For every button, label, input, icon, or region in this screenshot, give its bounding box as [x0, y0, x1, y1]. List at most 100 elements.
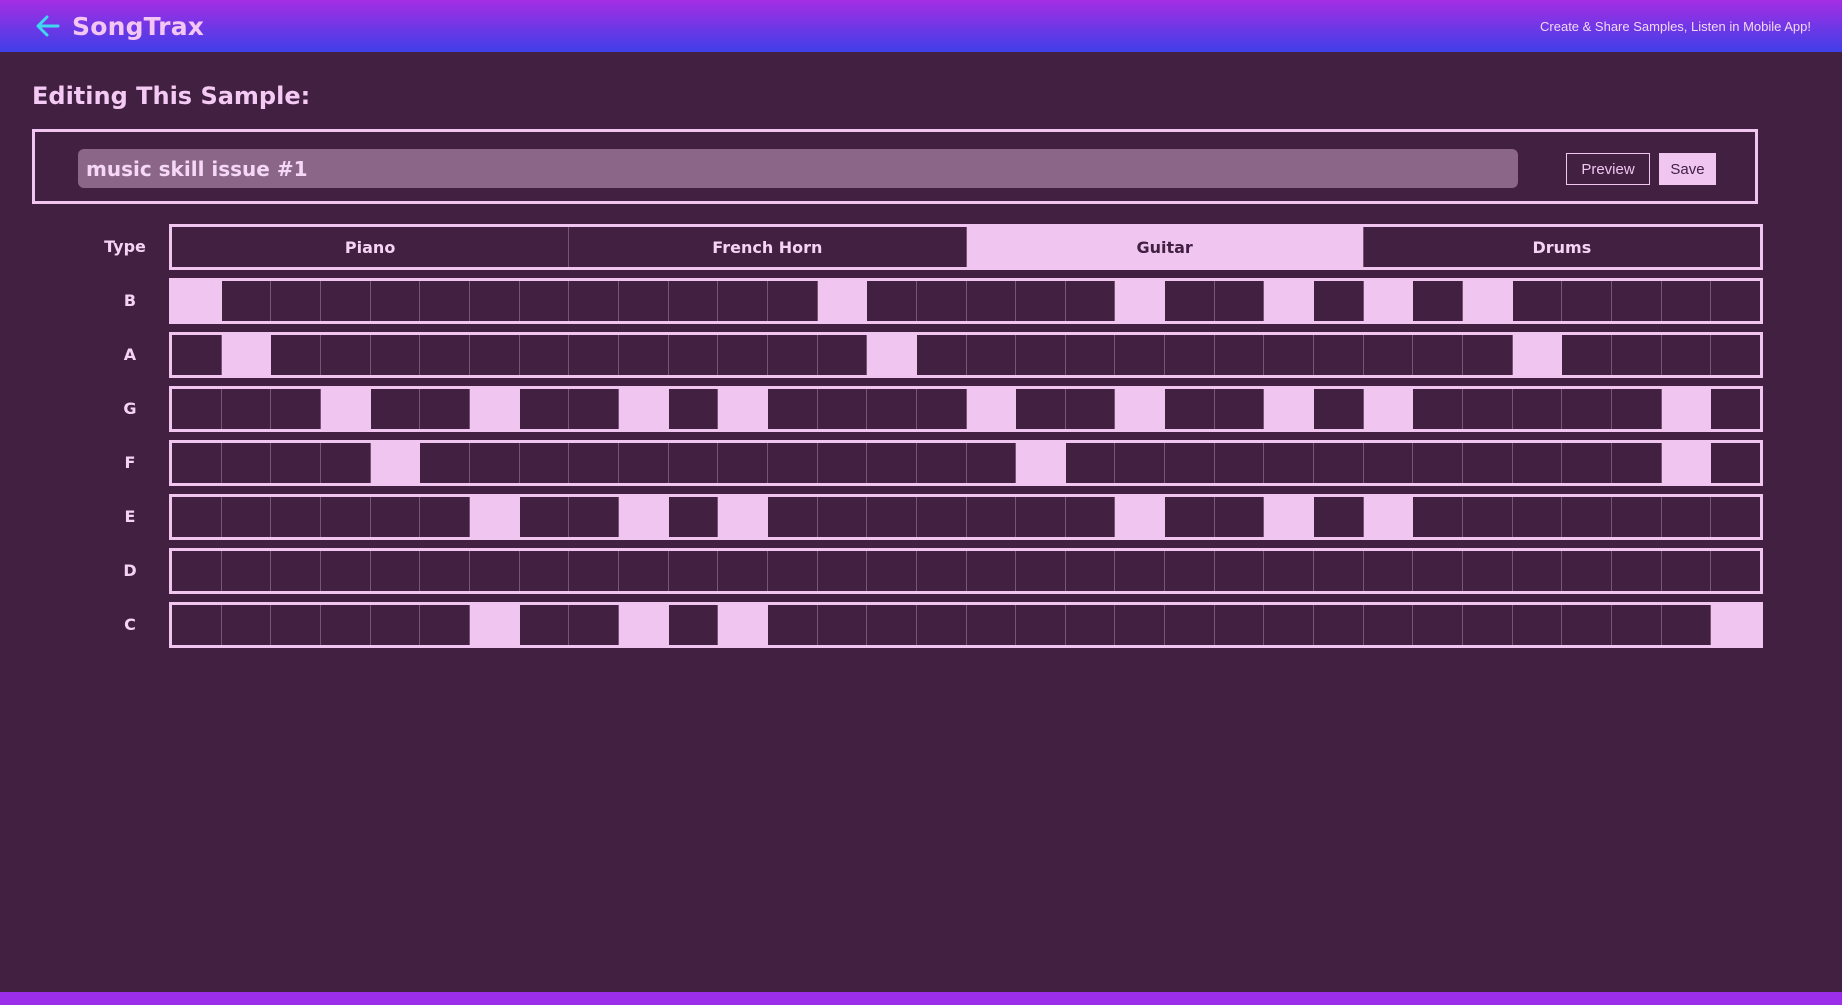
step-toggle[interactable]: [1711, 443, 1760, 483]
step-toggle[interactable]: [1662, 551, 1712, 591]
step-toggle[interactable]: [917, 605, 967, 645]
step-toggle[interactable]: [967, 335, 1017, 375]
step-toggle[interactable]: [619, 443, 669, 483]
sample-name-input[interactable]: [78, 149, 1518, 188]
step-toggle[interactable]: [818, 335, 868, 375]
step-toggle[interactable]: [1661, 389, 1712, 429]
step-toggle[interactable]: [1364, 335, 1414, 375]
step-toggle[interactable]: [1264, 551, 1315, 591]
step-toggle[interactable]: [1413, 443, 1464, 483]
step-toggle[interactable]: [669, 605, 719, 645]
step-toggle[interactable]: [271, 443, 321, 483]
step-toggle[interactable]: [718, 281, 768, 321]
step-toggle[interactable]: [469, 497, 520, 537]
step-toggle[interactable]: [867, 497, 917, 537]
step-toggle[interactable]: [619, 551, 669, 591]
step-toggle[interactable]: [1165, 389, 1215, 429]
step-toggle[interactable]: [1661, 443, 1712, 483]
step-toggle[interactable]: [321, 281, 371, 321]
step-toggle[interactable]: [768, 497, 818, 537]
step-toggle[interactable]: [966, 389, 1017, 429]
step-toggle[interactable]: [669, 389, 719, 429]
step-toggle[interactable]: [1215, 551, 1265, 591]
step-toggle[interactable]: [1314, 551, 1364, 591]
step-toggle[interactable]: [470, 281, 520, 321]
step-toggle[interactable]: [1016, 497, 1066, 537]
preview-button[interactable]: Preview: [1566, 153, 1650, 185]
step-toggle[interactable]: [569, 281, 619, 321]
step-toggle[interactable]: [1364, 551, 1414, 591]
step-toggle[interactable]: [1562, 281, 1613, 321]
step-toggle[interactable]: [1513, 605, 1563, 645]
step-toggle[interactable]: [1612, 335, 1662, 375]
step-toggle[interactable]: [420, 335, 470, 375]
step-toggle[interactable]: [1513, 443, 1563, 483]
step-toggle[interactable]: [1711, 551, 1760, 591]
step-toggle[interactable]: [818, 443, 868, 483]
step-toggle[interactable]: [371, 551, 421, 591]
step-toggle[interactable]: [1612, 443, 1662, 483]
type-option-french-horn[interactable]: French Horn: [569, 227, 967, 267]
step-toggle[interactable]: [1463, 605, 1513, 645]
step-toggle[interactable]: [469, 389, 520, 429]
step-toggle[interactable]: [1363, 389, 1414, 429]
step-toggle[interactable]: [619, 281, 669, 321]
step-toggle[interactable]: [1115, 281, 1166, 321]
step-toggle[interactable]: [1413, 281, 1464, 321]
step-toggle[interactable]: [172, 605, 222, 645]
step-toggle[interactable]: [172, 443, 222, 483]
step-toggle[interactable]: [917, 443, 967, 483]
step-toggle[interactable]: [1215, 281, 1265, 321]
step-toggle[interactable]: [867, 389, 917, 429]
step-toggle[interactable]: [569, 389, 619, 429]
step-toggle[interactable]: [1612, 605, 1662, 645]
step-toggle[interactable]: [370, 443, 421, 483]
step-toggle[interactable]: [371, 605, 421, 645]
step-toggle[interactable]: [1711, 605, 1760, 645]
step-toggle[interactable]: [1314, 605, 1364, 645]
step-toggle[interactable]: [1165, 335, 1215, 375]
step-toggle[interactable]: [470, 443, 520, 483]
step-toggle[interactable]: [520, 497, 570, 537]
step-toggle[interactable]: [321, 605, 371, 645]
step-toggle[interactable]: [1513, 389, 1563, 429]
step-toggle[interactable]: [420, 605, 470, 645]
step-toggle[interactable]: [470, 335, 520, 375]
save-button[interactable]: Save: [1659, 153, 1716, 185]
step-toggle[interactable]: [271, 281, 321, 321]
step-toggle[interactable]: [520, 335, 570, 375]
step-toggle[interactable]: [321, 443, 371, 483]
step-toggle[interactable]: [818, 551, 868, 591]
step-toggle[interactable]: [1662, 281, 1712, 321]
step-toggle[interactable]: [1016, 389, 1066, 429]
step-toggle[interactable]: [1512, 335, 1563, 375]
step-toggle[interactable]: [618, 389, 669, 429]
step-toggle[interactable]: [1413, 551, 1464, 591]
app-title[interactable]: SongTrax: [72, 12, 204, 41]
type-option-guitar[interactable]: Guitar: [966, 227, 1364, 267]
step-toggle[interactable]: [1364, 443, 1414, 483]
step-toggle[interactable]: [1314, 389, 1364, 429]
step-toggle[interactable]: [1463, 389, 1513, 429]
step-toggle[interactable]: [967, 497, 1017, 537]
step-toggle[interactable]: [320, 389, 371, 429]
step-toggle[interactable]: [569, 497, 619, 537]
step-toggle[interactable]: [618, 497, 669, 537]
step-toggle[interactable]: [1066, 497, 1116, 537]
step-toggle[interactable]: [1115, 389, 1166, 429]
step-toggle[interactable]: [1662, 605, 1712, 645]
step-toggle[interactable]: [867, 335, 917, 375]
step-toggle[interactable]: [867, 443, 917, 483]
step-toggle[interactable]: [1165, 443, 1215, 483]
step-toggle[interactable]: [917, 281, 967, 321]
type-option-drums[interactable]: Drums: [1364, 227, 1760, 267]
step-toggle[interactable]: [222, 497, 272, 537]
step-toggle[interactable]: [520, 443, 570, 483]
step-toggle[interactable]: [1115, 605, 1166, 645]
step-toggle[interactable]: [1463, 335, 1513, 375]
step-toggle[interactable]: [321, 335, 371, 375]
step-toggle[interactable]: [917, 497, 967, 537]
step-toggle[interactable]: [967, 551, 1017, 591]
step-toggle[interactable]: [1711, 281, 1760, 321]
step-toggle[interactable]: [1066, 335, 1116, 375]
